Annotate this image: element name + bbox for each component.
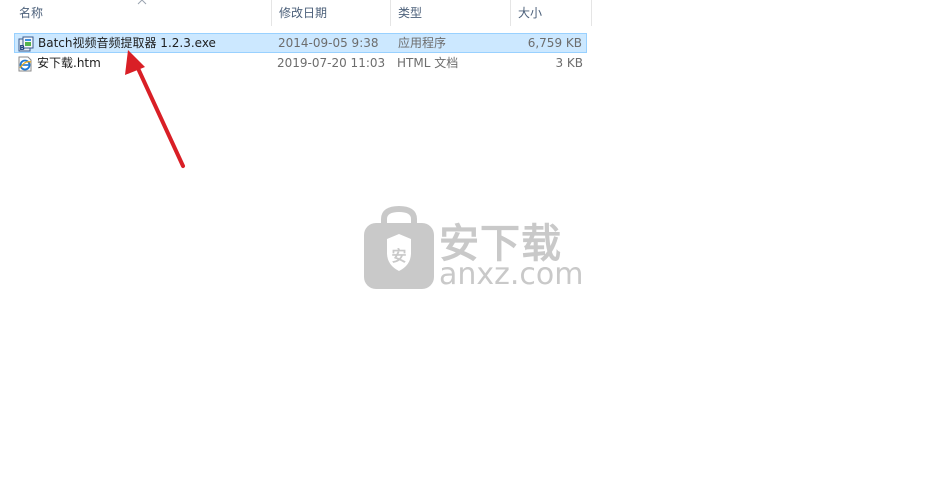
file-row-exe[interactable]: B Batch视频音频提取器 1.2.3.exe 2014-09-05 9:38… xyxy=(14,33,587,53)
column-header-date[interactable]: 修改日期 xyxy=(272,0,390,27)
file-type: 应用程序 xyxy=(398,36,447,50)
watermark-badge-text: 安 xyxy=(391,247,406,265)
file-type: HTML 文档 xyxy=(397,56,459,70)
column-header-size[interactable]: 大小 xyxy=(511,0,591,27)
column-header-bar: 名称 修改日期 类型 大小 xyxy=(0,0,592,27)
file-modified-date: 2019-07-20 11:03 xyxy=(277,56,386,70)
column-header-name-label: 名称 xyxy=(19,6,44,20)
ie-html-icon xyxy=(18,56,32,72)
sort-ascending-icon xyxy=(137,0,147,5)
shopping-bag-icon: 安 xyxy=(364,205,434,289)
file-row-htm[interactable]: 安下载.htm 2019-07-20 11:03 HTML 文档 3 KB xyxy=(14,54,587,74)
file-name: Batch视频音频提取器 1.2.3.exe xyxy=(38,36,216,50)
watermark-logo: 安 安下载 anxz.com xyxy=(362,205,592,295)
file-size: 6,759 KB xyxy=(527,36,582,50)
column-header-type-label: 类型 xyxy=(398,6,423,20)
file-modified-date: 2014-09-05 9:38 xyxy=(278,36,379,50)
column-header-type[interactable]: 类型 xyxy=(391,0,510,27)
file-explorer-view: 名称 修改日期 类型 大小 B Batch视频音频提取器 1.2.3.exe 2… xyxy=(0,0,945,502)
file-size: 3 KB xyxy=(555,56,583,70)
exe-app-icon: B xyxy=(18,36,34,52)
column-header-date-label: 修改日期 xyxy=(279,6,328,20)
watermark-domain: anxz.com xyxy=(439,257,584,292)
svg-text:B: B xyxy=(20,44,25,52)
column-header-size-label: 大小 xyxy=(518,6,543,20)
file-name: 安下载.htm xyxy=(37,56,101,70)
column-divider[interactable] xyxy=(591,0,592,26)
